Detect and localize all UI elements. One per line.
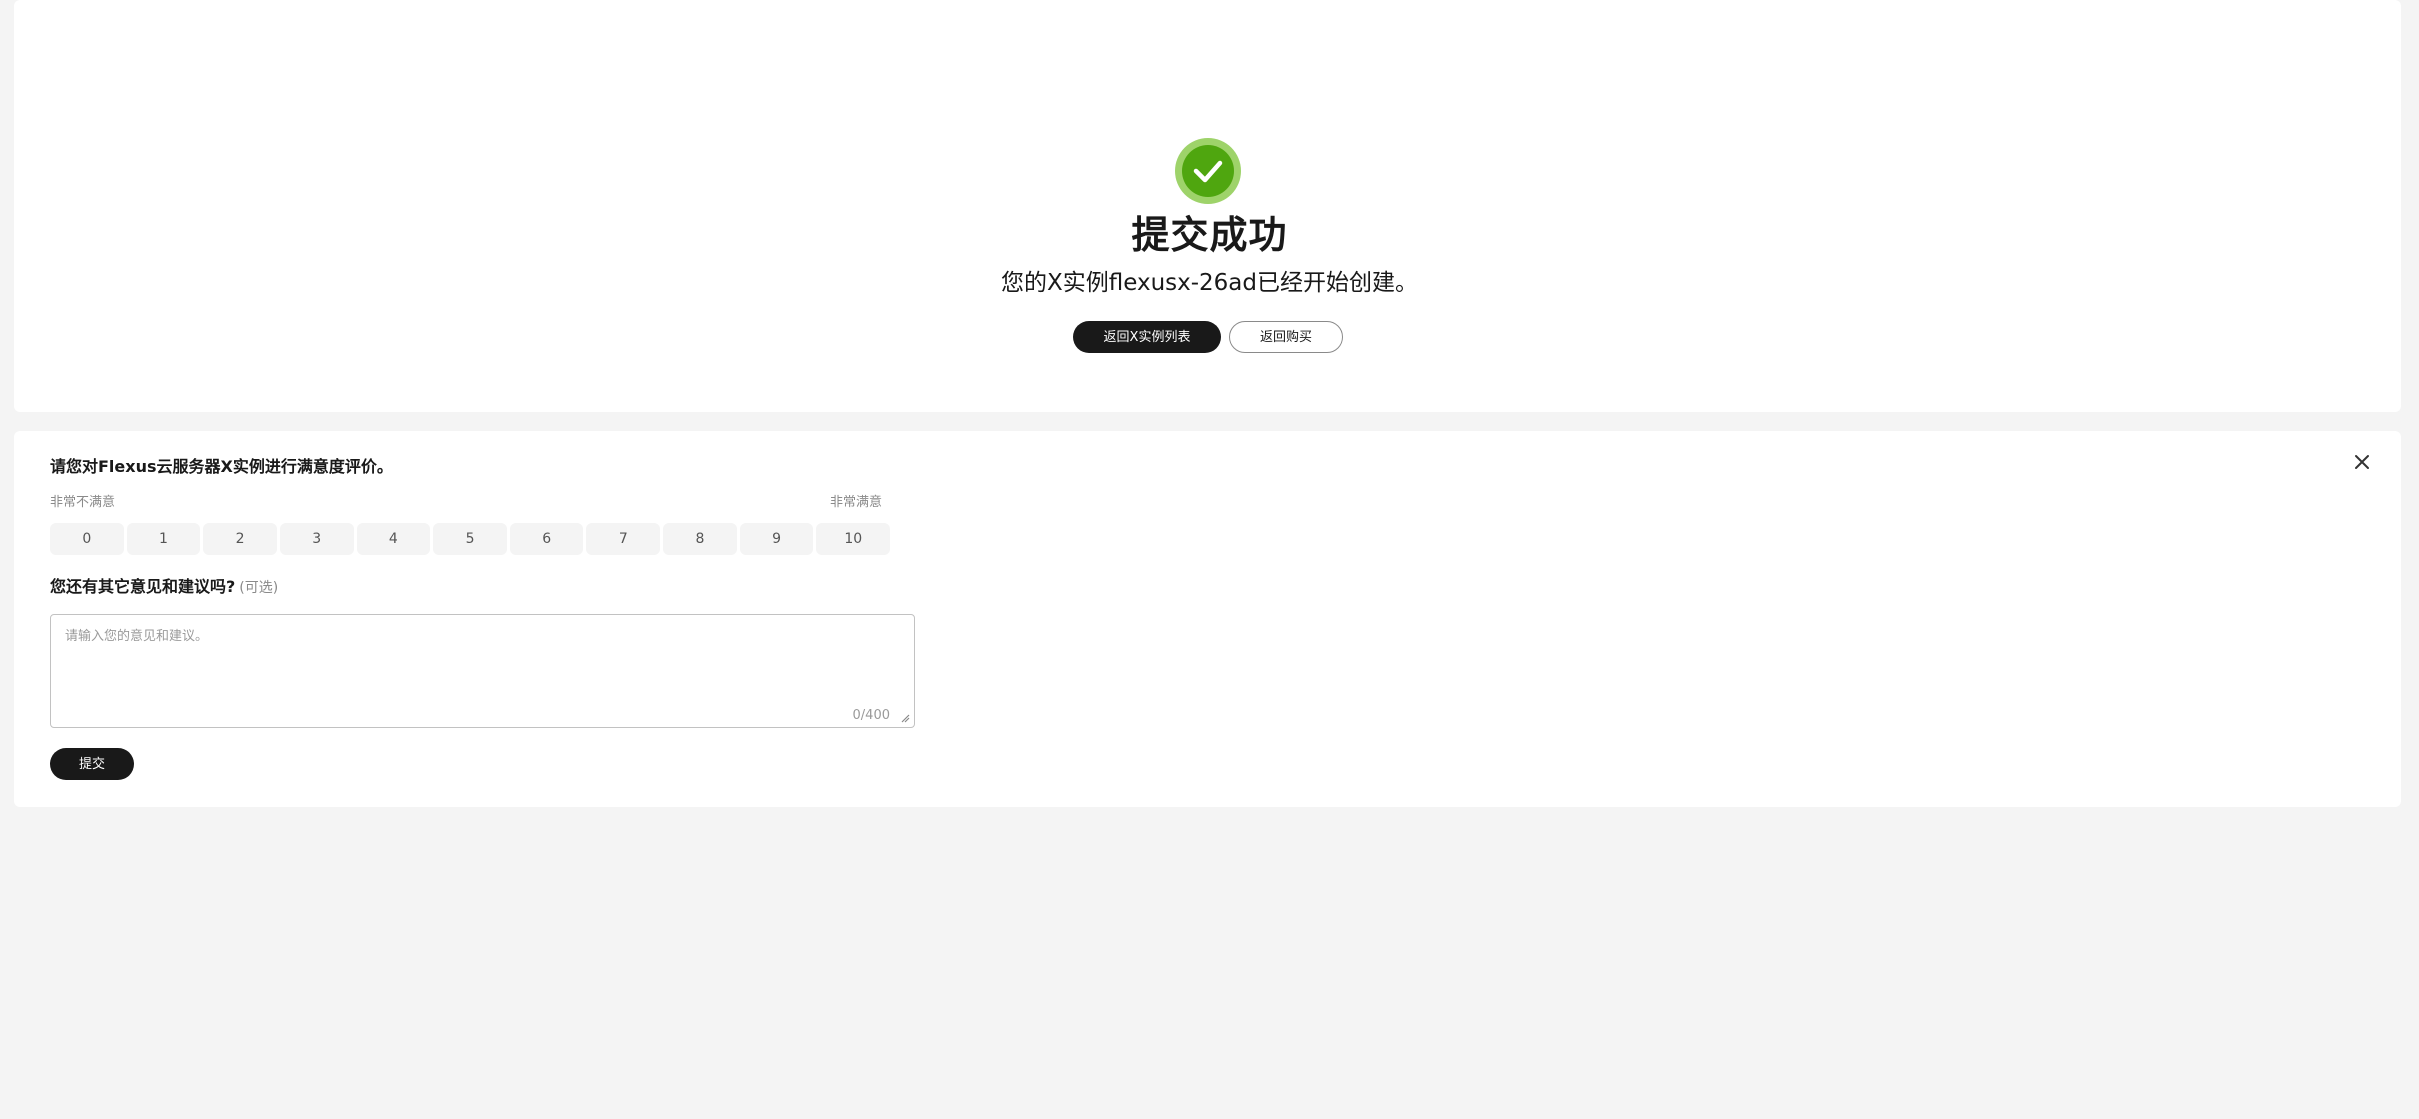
success-description: 您的X实例flexusx-26ad已经开始创建。 — [1000, 270, 1419, 296]
feedback-textarea-box: 0/400 — [50, 614, 915, 728]
check-circle-icon — [1175, 138, 1241, 204]
resize-handle-icon[interactable] — [900, 713, 910, 723]
scale-option-1[interactable]: 1 — [126, 523, 201, 555]
close-icon[interactable] — [2351, 451, 2373, 473]
feedback-question-text: 您还有其它意见和建议吗? — [50, 577, 236, 596]
scale-option-7[interactable]: 7 — [586, 523, 661, 555]
satisfaction-scale: 0 1 2 3 4 5 6 7 8 9 10 — [50, 523, 891, 555]
scale-option-5[interactable]: 5 — [433, 523, 507, 555]
back-to-instance-list-button[interactable]: 返回X实例列表 — [1073, 321, 1221, 353]
feedback-textarea[interactable] — [51, 615, 914, 727]
survey-card: 请您对Flexus云服务器X实例进行满意度评价。 非常不满意 非常满意 0 1 … — [14, 431, 2401, 807]
scale-label-very-unsatisfied: 非常不满意 — [50, 495, 116, 510]
satisfaction-question: 请您对Flexus云服务器X实例进行满意度评价。 — [50, 457, 393, 476]
scale-option-4[interactable]: 4 — [356, 523, 431, 555]
feedback-question: 您还有其它意见和建议吗? (可选) — [50, 575, 278, 600]
scale-option-8[interactable]: 8 — [663, 523, 737, 555]
scale-option-10[interactable]: 10 — [816, 523, 891, 555]
success-title: 提交成功 — [1131, 213, 1288, 257]
scale-option-6[interactable]: 6 — [509, 523, 584, 555]
scale-option-2[interactable]: 2 — [203, 523, 277, 555]
scale-option-3[interactable]: 3 — [279, 523, 354, 555]
char-counter: 0/400 — [852, 708, 890, 723]
scale-label-very-satisfied: 非常满意 — [830, 495, 883, 510]
scale-option-9[interactable]: 9 — [739, 523, 814, 555]
optional-label: (可选) — [239, 580, 279, 596]
back-to-purchase-button[interactable]: 返回购买 — [1229, 321, 1343, 353]
scale-option-0[interactable]: 0 — [50, 523, 124, 555]
submit-button[interactable]: 提交 — [50, 748, 134, 780]
